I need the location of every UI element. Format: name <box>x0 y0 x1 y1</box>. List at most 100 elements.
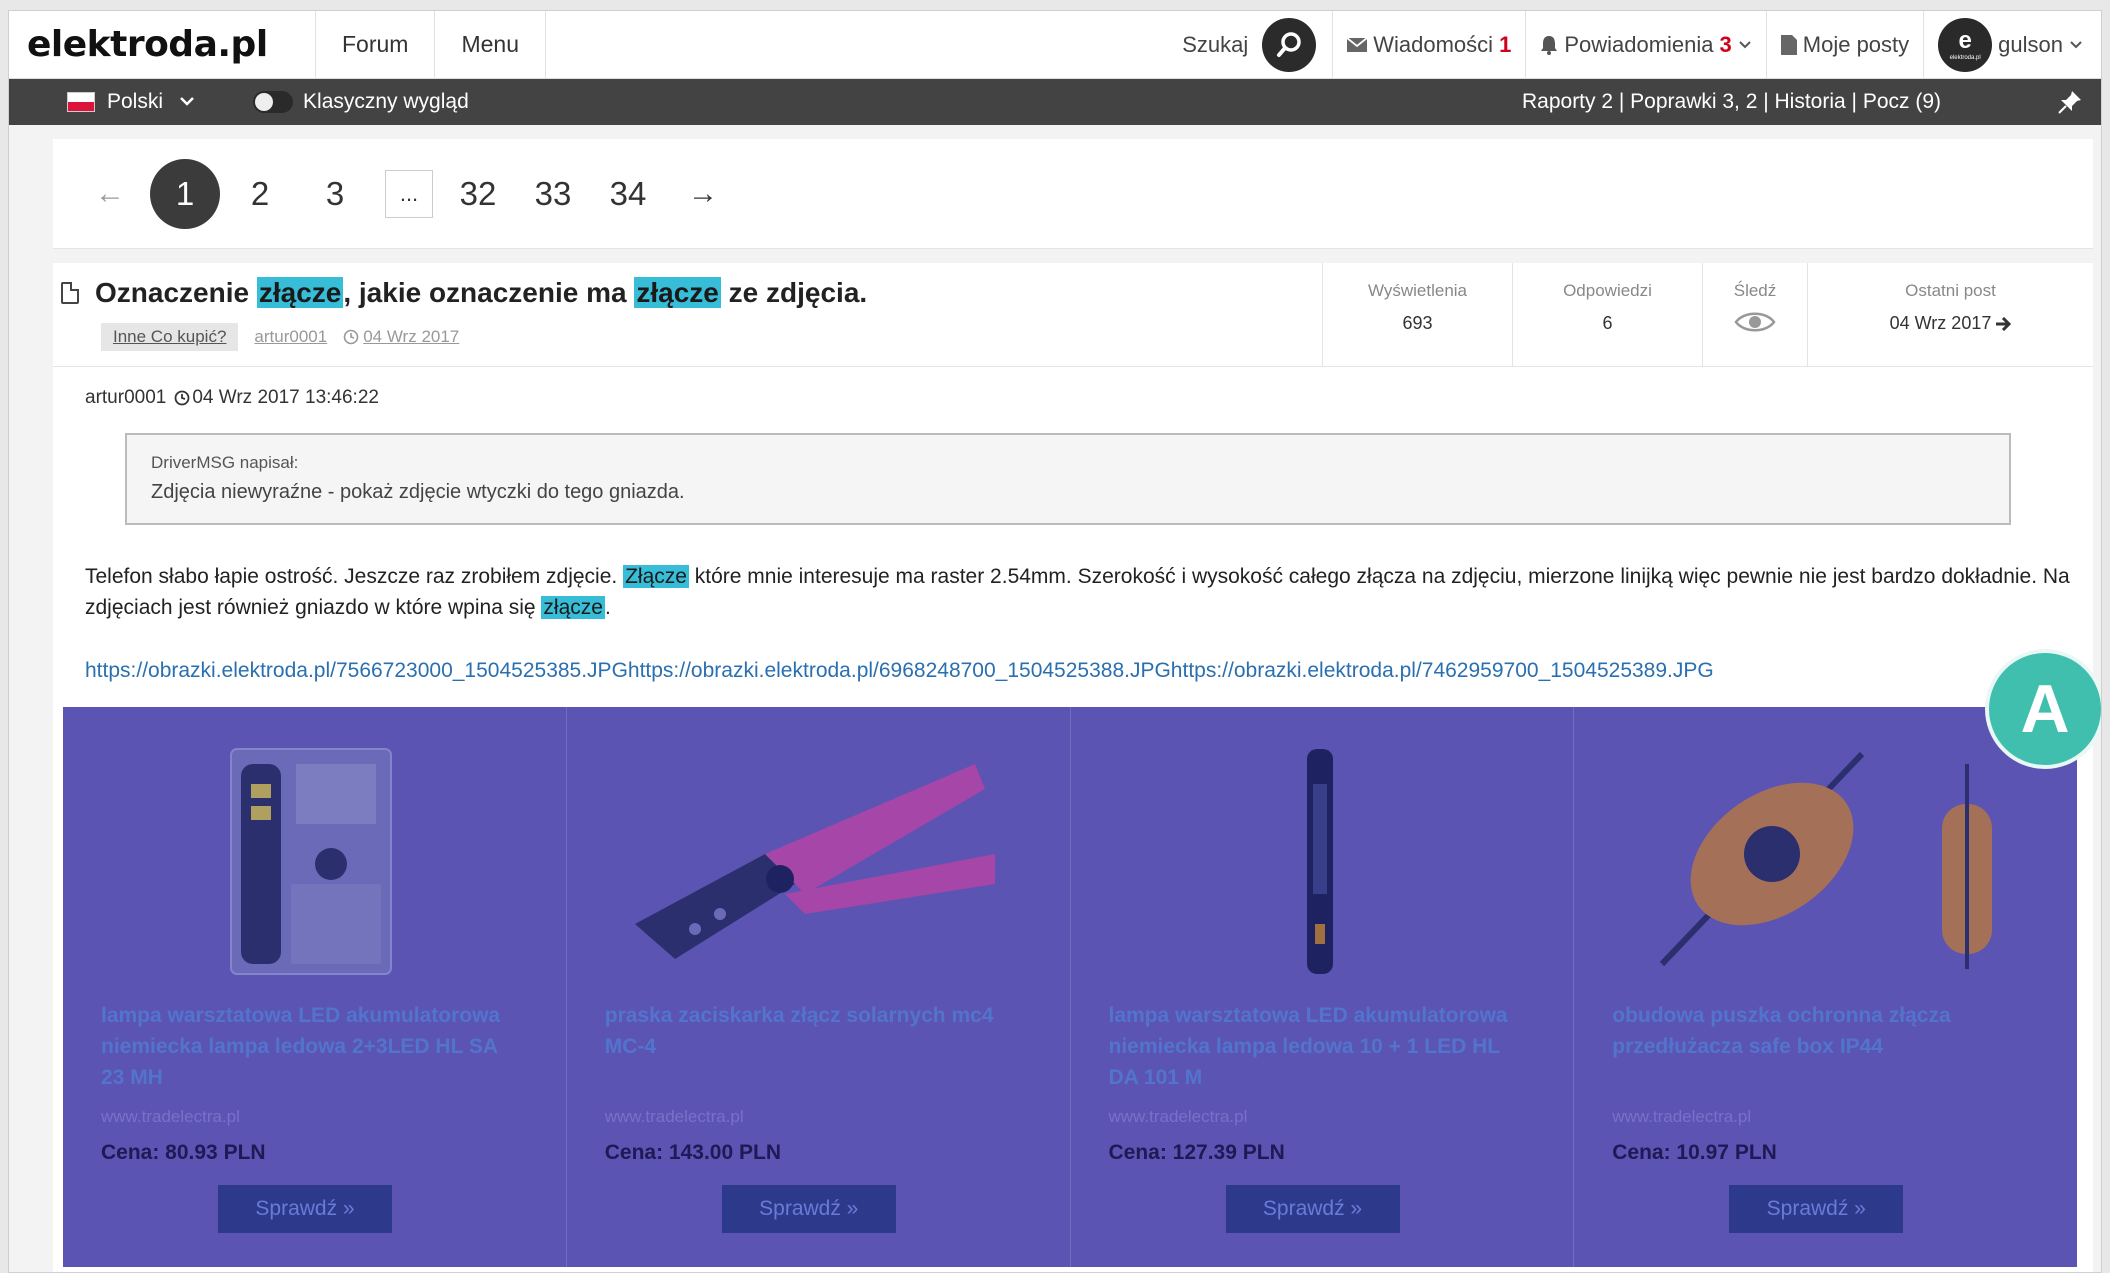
quote-author: DriverMSG napisał: <box>151 453 299 472</box>
ad-price: Cena: 10.97 PLN <box>1612 1141 1777 1164</box>
messages-count: 1 <box>1499 31 1512 57</box>
replies-label: Odpowiedzi <box>1563 281 1652 300</box>
classic-view-label[interactable]: Klasyczny wygląd <box>303 90 469 114</box>
search-button[interactable] <box>1262 17 1317 72</box>
page-2[interactable]: 2 <box>225 159 295 229</box>
messages-link[interactable]: Wiadomości 1 <box>1332 11 1525 79</box>
site-logo[interactable]: elektroda.pl <box>9 11 316 79</box>
title-highlight: złącze <box>256 277 344 308</box>
category-tag[interactable]: Inne Co kupić? <box>101 323 239 351</box>
clock-icon <box>343 329 359 345</box>
classic-view-toggle[interactable] <box>253 91 294 113</box>
browser-window: elektroda.pl Forum Menu Szukaj Wiadomośc… <box>8 10 2102 1273</box>
ad-title[interactable]: lampa warsztatowa LED akumulatorowa niem… <box>101 1000 521 1093</box>
post-highlight: Złącze <box>623 565 689 588</box>
ad-price: Cena: 127.39 PLN <box>1108 1141 1285 1164</box>
quote-text: Zdjęcia niewyraźne - pokaż zdjęcie wtycz… <box>151 481 685 503</box>
ad-title[interactable]: praska zaciskarka złącz solarnych mc4 MC… <box>605 1000 1025 1062</box>
notifications-label: Powiadomienia <box>1564 31 1714 57</box>
my-posts-label: Moje posty <box>1802 31 1910 57</box>
nav-forum[interactable]: Forum <box>316 11 436 79</box>
topic-date-text: 04 Wrz 2017 <box>363 327 460 346</box>
topic-main: Oznaczenie złącze, jakie oznaczenie ma z… <box>53 263 1323 366</box>
overlay-a-badge: A <box>1985 649 2101 769</box>
follow-label: Śledź <box>1733 281 1777 300</box>
document-icon <box>61 282 79 304</box>
crimper-image[interactable] <box>605 739 1025 984</box>
post-highlight: złącze <box>541 596 605 619</box>
user-menu[interactable]: e elektroda.pl gulson <box>1923 11 2101 79</box>
topic-meta: Inne Co kupić? artur0001 04 Wrz 2017 <box>101 323 1322 351</box>
ad-card[interactable]: lampa warsztatowa LED akumulatorowa niem… <box>63 707 567 1267</box>
post-meta: artur0001 04 Wrz 2017 13:46:22 <box>85 387 2093 409</box>
last-post-value: 04 Wrz 2017 <box>1808 313 2093 334</box>
arrow-right-icon <box>1996 316 2012 331</box>
top-navbar: elektroda.pl Forum Menu Szukaj Wiadomośc… <box>9 11 2101 79</box>
safe-box-image[interactable] <box>1612 739 2032 984</box>
ad-check-button[interactable]: Sprawdź » <box>1729 1185 1904 1233</box>
page-ellipsis[interactable]: ... <box>385 169 433 218</box>
post-text-part: Telefon słabo łapie ostrość. Jeszcze raz… <box>85 565 624 588</box>
lamp-package-image[interactable] <box>101 739 521 984</box>
search-icon <box>1277 31 1301 57</box>
replies-stat: Odpowiedzi 6 <box>1513 263 1703 366</box>
prev-page-arrow[interactable]: ← <box>75 159 145 229</box>
ad-card[interactable]: praska zaciskarka złącz solarnych mc4 MC… <box>567 707 1071 1267</box>
image-links[interactable]: https://obrazki.elektroda.pl/7566723000_… <box>85 659 2093 683</box>
ad-title[interactable]: lampa warsztatowa LED akumulatorowa niem… <box>1109 1000 1529 1093</box>
ad-site: www.tradelectra.pl <box>101 1107 240 1126</box>
notifications-link[interactable]: Powiadomienia 3 <box>1525 11 1765 79</box>
ad-carousel-overlay: lampa warsztatowa LED akumulatorowa niem… <box>63 707 2077 1267</box>
next-page-arrow[interactable]: → <box>668 159 738 229</box>
follow-stat[interactable]: Śledź <box>1703 263 1808 366</box>
avatar-caption: elektroda.pl <box>1949 54 1981 61</box>
page-1[interactable]: 1 <box>150 158 220 229</box>
last-post-label: Ostatni post <box>1905 281 1996 300</box>
post-body: Telefon słabo łapie ostrość. Jeszcze raz… <box>85 561 2075 623</box>
avatar-letter: e <box>1958 26 1972 54</box>
page-33[interactable]: 33 <box>518 159 588 229</box>
ad-card[interactable]: lampa warsztatowa LED akumulatorowa niem… <box>1071 707 1575 1267</box>
section-gap <box>53 249 2093 263</box>
title-text: Oznaczenie złącze, jakie oznaczenie ma z… <box>95 277 867 309</box>
views-label: Wyświetlenia <box>1367 281 1468 300</box>
last-post-stat[interactable]: Ostatni post 04 Wrz 2017 <box>1808 263 2093 366</box>
topic-author-link[interactable]: artur0001 <box>254 327 327 347</box>
page-32[interactable]: 32 <box>443 159 513 229</box>
post-author[interactable]: artur0001 <box>85 387 166 409</box>
moderator-links[interactable]: Raporty 2 | Poprawki 3, 2 | Historia | P… <box>1522 90 1941 114</box>
views-value: 693 <box>1402 313 1433 333</box>
ad-check-button[interactable]: Sprawdź » <box>721 1185 896 1233</box>
ad-site: www.tradelectra.pl <box>604 1107 744 1126</box>
pagination: ← 1 2 3 ... 32 33 34 → <box>53 139 2093 249</box>
last-post-date: 04 Wrz 2017 <box>1889 313 1992 333</box>
chevron-down-icon <box>2070 40 2082 48</box>
my-posts-link[interactable]: Moje posty <box>1765 11 1923 79</box>
page-3[interactable]: 3 <box>300 159 370 229</box>
title-part: Oznaczenie <box>95 277 257 308</box>
avatar: e elektroda.pl <box>1938 17 1993 72</box>
search-label[interactable]: Szukaj <box>1182 32 1248 58</box>
chevron-down-icon[interactable] <box>179 96 195 108</box>
language-selector[interactable]: Polski <box>107 90 163 114</box>
ad-check-button[interactable]: Sprawdź » <box>1225 1185 1400 1233</box>
ad-title[interactable]: obudowa puszka ochronna złącza przedłuża… <box>1612 1000 2032 1062</box>
quote-block: DriverMSG napisał: Zdjęcia niewyraźne - … <box>125 433 2011 525</box>
post: artur0001 04 Wrz 2017 13:46:22 DriverMSG… <box>53 367 2093 683</box>
pin-icon[interactable] <box>2057 89 2083 115</box>
page-34[interactable]: 34 <box>593 159 663 229</box>
topic-date[interactable]: 04 Wrz 2017 <box>343 327 459 347</box>
nav-menu[interactable]: Menu <box>435 11 546 79</box>
title-highlight: złącze <box>634 277 721 308</box>
polish-flag-icon <box>67 92 95 112</box>
eye-icon[interactable] <box>1734 309 1776 335</box>
views-stat: Wyświetlenia 693 <box>1323 263 1513 366</box>
ad-check-button[interactable]: Sprawdź » <box>218 1185 392 1233</box>
ad-card[interactable]: obudowa puszka ochronna złącza przedłuża… <box>1574 707 2077 1267</box>
title-part: , jakie oznaczenie ma <box>343 277 635 308</box>
ad-site: www.tradelectra.pl <box>1612 1107 1752 1126</box>
ad-price: Cena: 143.00 PLN <box>604 1141 781 1164</box>
led-stick-image[interactable] <box>1109 739 1529 984</box>
chevron-down-icon <box>1739 40 1751 48</box>
messages-label: Wiadomości <box>1373 31 1494 57</box>
